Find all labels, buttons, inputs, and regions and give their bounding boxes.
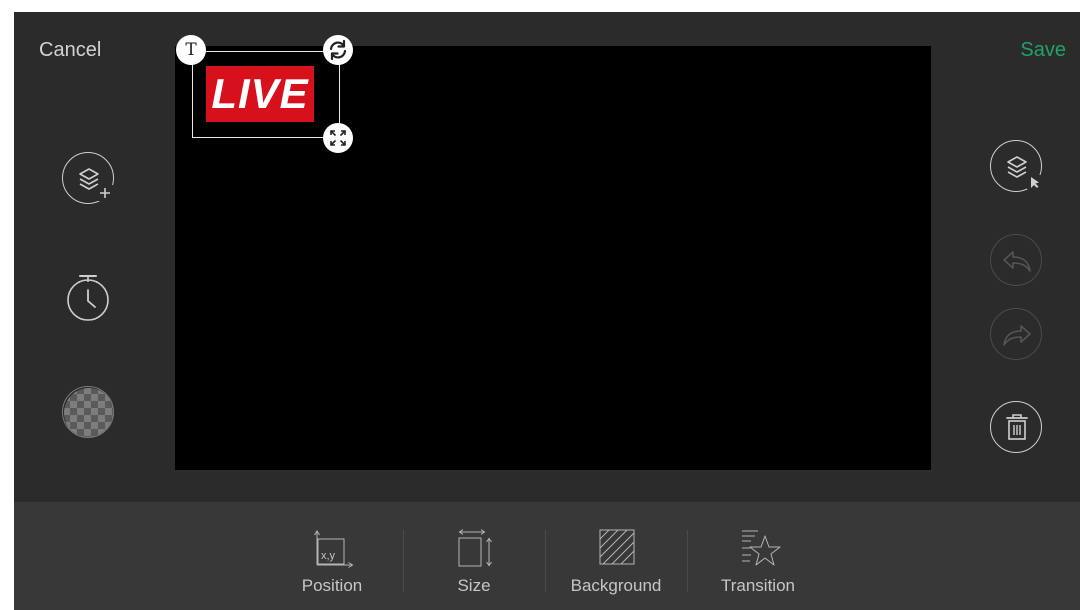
editor-app: Cancel Save LIVE T x,y Position Size Bac…: [14, 12, 1080, 610]
redo-icon: [1003, 325, 1031, 346]
transition-tool[interactable]: Transition: [708, 526, 808, 596]
position-tool[interactable]: x,y Position: [292, 526, 372, 596]
layers-select-icon: [1007, 156, 1041, 189]
transparency-icon: [64, 388, 113, 437]
undo-icon: [1003, 251, 1031, 272]
transparency-button[interactable]: [62, 386, 114, 438]
size-tool[interactable]: Size: [434, 526, 514, 596]
redo-button[interactable]: [990, 308, 1042, 360]
size-icon: [458, 529, 492, 567]
timer-button[interactable]: [62, 272, 114, 324]
select-layer-button[interactable]: [990, 140, 1042, 192]
preview-canvas[interactable]: LIVE: [175, 46, 931, 470]
undo-button[interactable]: [990, 234, 1042, 286]
position-label: Position: [301, 576, 363, 595]
scale-handle[interactable]: [323, 123, 353, 153]
divider: [687, 530, 688, 592]
rotate-handle[interactable]: [323, 35, 353, 65]
transition-icon: [742, 530, 781, 566]
save-button[interactable]: Save: [1020, 38, 1066, 62]
refresh-icon: [329, 39, 347, 61]
background-label: Background: [570, 576, 662, 595]
bottom-toolbar: x,y Position Size Background Transition: [14, 502, 1080, 610]
position-icon: x,y: [314, 530, 354, 568]
timer-icon: [67, 275, 109, 321]
text-icon: T: [185, 40, 197, 60]
delete-button[interactable]: [990, 401, 1042, 453]
trash-icon: [1006, 414, 1028, 440]
cancel-button[interactable]: Cancel: [39, 38, 101, 62]
background-icon: [599, 529, 635, 565]
size-label: Size: [457, 576, 491, 595]
xy-label: x,y: [321, 550, 336, 562]
edit-text-handle[interactable]: T: [176, 35, 206, 65]
divider: [403, 530, 404, 592]
divider: [545, 530, 546, 592]
layers-add-icon: [79, 168, 113, 201]
add-layer-button[interactable]: [62, 152, 114, 204]
expand-icon: [330, 130, 346, 146]
transition-label: Transition: [720, 576, 795, 595]
background-tool[interactable]: Background: [566, 526, 666, 596]
live-sticker[interactable]: LIVE: [206, 66, 314, 122]
